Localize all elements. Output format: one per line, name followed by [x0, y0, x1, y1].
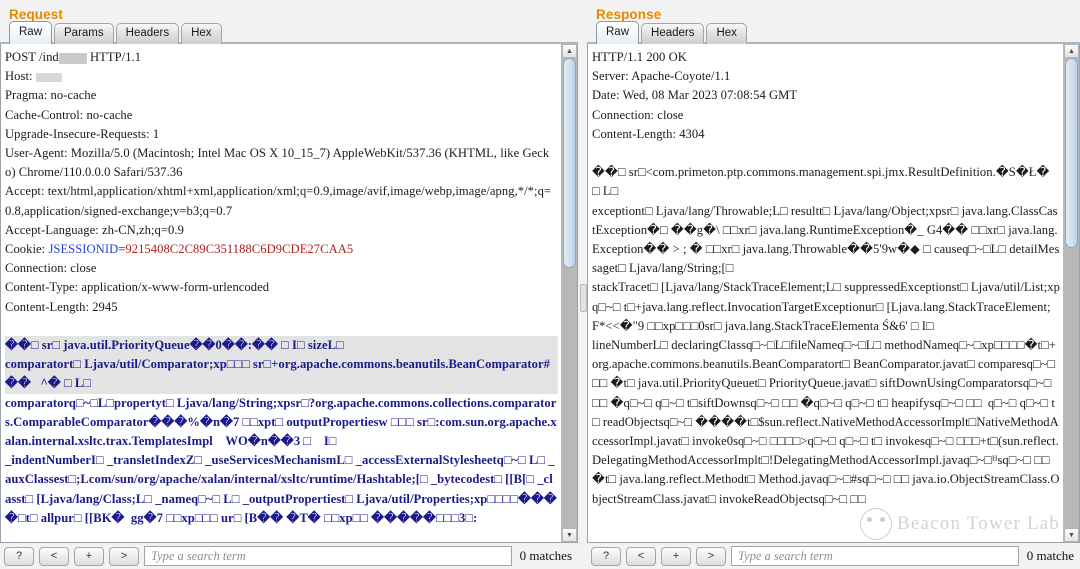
scroll-down-arrow-icon[interactable]: ▼ [1064, 528, 1079, 542]
request-search-help-button[interactable]: ? [4, 546, 34, 566]
scroll-up-arrow-icon[interactable]: ▲ [562, 44, 577, 58]
request-search-next-button[interactable]: > [109, 546, 139, 566]
request-scroll-track[interactable] [562, 58, 577, 528]
request-tab-raw[interactable]: Raw [9, 21, 53, 44]
request-line-content-type: Content-Type: application/x-www-form-url… [5, 280, 270, 295]
request-body-line: comparatorq□~□L□propertyt□ Ljava/lang/St… [5, 395, 557, 449]
response-match-count: 0 matche [1026, 548, 1074, 563]
response-tab-headers[interactable]: Headers [641, 23, 705, 44]
response-vertical-scrollbar[interactable]: ▲ ▼ [1063, 44, 1079, 542]
scroll-up-arrow-icon[interactable]: ▲ [1064, 44, 1079, 58]
redacted-path [58, 52, 87, 64]
request-match-count: 0 matches [519, 548, 572, 563]
response-search-add-button[interactable]: + [661, 546, 691, 566]
burp-repeater-window: Request Raw Params Headers Hex POST /ind… [0, 0, 1080, 569]
request-line-accept: Accept: text/html,application/xhtml+xml,… [5, 184, 552, 218]
response-search-input[interactable]: Type a search term [731, 546, 1019, 566]
request-line-cookie: Cookie: JSESSIONID=9215408C2C89C351188C6… [5, 242, 354, 257]
cookie-value: 9215408C2C89C351188C6D9CDE27CAA5 [125, 242, 354, 257]
request-search-prev-button[interactable]: < [39, 546, 69, 566]
response-line-server: Server: Apache-Coyote/1.1 [592, 69, 731, 84]
response-search-bar: ? < + > Type a search term 0 matche [587, 543, 1080, 569]
response-body-line: exceptiont□ Ljava/lang/Throwable;L□ resu… [592, 203, 1060, 276]
request-vertical-scrollbar[interactable]: ▲ ▼ [561, 44, 577, 542]
response-body-line: ��□ sr□<com.primeton.ptp.commons.managem… [592, 165, 1053, 199]
request-blank-line [5, 317, 558, 336]
request-pane: Request Raw Params Headers Hex POST /ind… [0, 0, 578, 569]
request-body-line: comparatort□ Ljava/util/Comparator;xp□□□… [5, 355, 558, 394]
pane-splitter[interactable] [578, 0, 587, 569]
response-scroll-track[interactable] [1064, 58, 1079, 528]
request-tab-hex[interactable]: Hex [181, 23, 222, 44]
request-pane-title: Request [9, 7, 63, 22]
cookie-name: JSESSIONID [48, 242, 119, 257]
request-line-content-length: Content-Length: 2945 [5, 299, 118, 314]
request-tab-bar: Raw Params Headers Hex [0, 20, 578, 44]
response-line-date: Date: Wed, 08 Mar 2023 07:08:54 GMT [592, 88, 798, 103]
scroll-down-arrow-icon[interactable]: ▼ [562, 528, 577, 542]
response-search-next-button[interactable]: > [696, 546, 726, 566]
request-search-add-button[interactable]: + [74, 546, 104, 566]
response-pane: Response Raw Headers Hex HTTP/1.1 200 OK… [587, 0, 1080, 569]
request-line-upgrade-insecure-requests: Upgrade-Insecure-Requests: 1 [5, 126, 160, 141]
request-line-accept-language: Accept-Language: zh-CN,zh;q=0.9 [5, 222, 184, 237]
response-line-connection: Connection: close [592, 107, 684, 122]
request-line-connection: Connection: close [5, 261, 97, 276]
response-pane-title: Response [596, 7, 662, 22]
request-search-bar: ? < + > Type a search term 0 matches [0, 543, 578, 569]
response-body-line: stackTracet□ [Ljava/lang/StackTraceEleme… [592, 280, 1060, 333]
request-line-user-agent: User-Agent: Mozilla/5.0 (Macintosh; Inte… [5, 146, 550, 180]
request-editor-wrap: POST /ind HTTP/1.1 Host: Pragma: no-cach… [0, 44, 578, 543]
request-tab-headers[interactable]: Headers [115, 23, 180, 44]
request-editor[interactable]: POST /ind HTTP/1.1 Host: Pragma: no-cach… [1, 44, 561, 542]
request-body-line: _indentNumberI□ _transletIndexZ□ _useSer… [5, 453, 557, 525]
response-search-help-button[interactable]: ? [591, 546, 621, 566]
request-line-request-line: POST /ind HTTP/1.1 [5, 50, 142, 64]
response-line-content-length: Content-Length: 4304 [592, 126, 705, 141]
response-tab-hex[interactable]: Hex [706, 23, 747, 44]
response-editor-wrap: HTTP/1.1 200 OK Server: Apache-Coyote/1.… [587, 44, 1080, 543]
response-scroll-thumb[interactable] [1065, 58, 1078, 248]
request-body-line: ��□ sr□ java.util.PriorityQueue��0��:�� … [5, 336, 558, 356]
request-line-host: Host: [5, 67, 558, 86]
splitter-grip-icon[interactable] [580, 284, 587, 312]
response-line-status: HTTP/1.1 200 OK [592, 50, 687, 64]
redacted-host [35, 72, 62, 82]
request-line-cache-control: Cache-Control: no-cache [5, 107, 133, 122]
request-line-pragma: Pragma: no-cache [5, 88, 97, 103]
response-blank-line [592, 144, 1060, 163]
response-search-prev-button[interactable]: < [626, 546, 656, 566]
response-editor[interactable]: HTTP/1.1 200 OK Server: Apache-Coyote/1.… [588, 44, 1063, 542]
request-tab-params[interactable]: Params [54, 23, 114, 44]
response-body-line: lineNumberL□ declaringClassq□~□L□fileNam… [592, 338, 1060, 506]
response-tab-bar: Raw Headers Hex [587, 20, 1080, 44]
request-scroll-thumb[interactable] [563, 58, 576, 268]
request-search-input[interactable]: Type a search term [144, 546, 512, 566]
response-tab-raw[interactable]: Raw [596, 21, 640, 44]
